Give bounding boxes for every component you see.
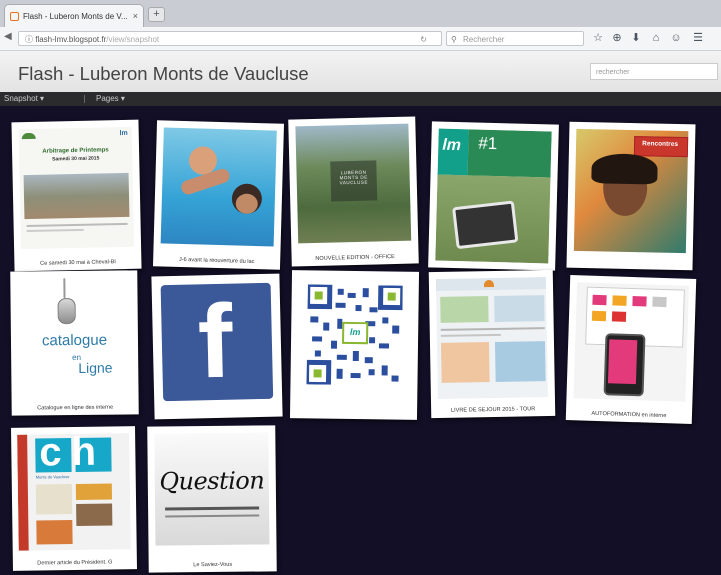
facebook-logo-icon: f: [160, 282, 274, 402]
post-thumbnail: ch Monts de Vaucluse: [17, 433, 131, 551]
post-card[interactable]: lm Arbitrage de Printemps Samedi 30 mai …: [11, 119, 142, 272]
magazine-logo: lm: [442, 136, 462, 155]
catalogue-word: catalogue: [41, 331, 108, 350]
view-selector[interactable]: Snapshot ▾: [4, 94, 44, 103]
poster-title: Arbitrage de Printemps: [42, 147, 109, 155]
post-caption: [431, 263, 552, 266]
blog-header: Flash - Luberon Monts de Vaucluse recher…: [0, 51, 721, 93]
post-thumbnail: [435, 277, 548, 399]
bookmark-star-icon[interactable]: ☆: [592, 32, 604, 44]
browser-tab[interactable]: Flash - Luberon Monts de V... ×: [4, 4, 144, 27]
post-thumbnail: LUBERON MONTS DE VAUCLUSE: [295, 123, 412, 244]
menu-divider: [84, 95, 85, 103]
magazine-subtitle: Monts de Vaucluse: [35, 474, 70, 480]
question-word: Question: [159, 466, 265, 496]
browser-nav-bar: ◀ ⓘ flash-lmv.blogspot.fr/view/snapshot …: [0, 27, 721, 51]
url-host: flash-lmv.blogspot.fr: [35, 35, 107, 44]
browser-search-input[interactable]: ⚲ Rechercher: [446, 31, 584, 46]
magazine-logo: ch: [39, 433, 107, 475]
tab-close-icon[interactable]: ×: [133, 11, 138, 21]
poster-title: Rencontres: [642, 140, 679, 148]
post-card[interactable]: Rencontres: [566, 121, 696, 271]
post-card[interactable]: ch Monts de Vaucluse Dernier article du …: [11, 426, 137, 571]
post-card[interactable]: lm: [289, 270, 420, 420]
post-card[interactable]: LUBERON MONTS DE VAUCLUSE NOUVELLE EDITI…: [288, 116, 419, 267]
account-icon[interactable]: ☺: [670, 32, 682, 44]
post-caption: NOUVELLE EDITION - OFFICE: [315, 254, 395, 262]
facebook-f: f: [196, 283, 234, 401]
blog-menu-bar: Snapshot ▾ Pages ▾: [0, 92, 721, 106]
post-card[interactable]: LIVRE DE SEJOUR 2015 - TOUR: [428, 269, 556, 419]
post-thumbnail: Rencontres: [573, 128, 689, 254]
qr-logo: lm: [349, 326, 361, 338]
reload-icon[interactable]: ↻: [420, 32, 427, 45]
post-caption: LIVRE DE SEJOUR 2015 - TOUR: [450, 406, 536, 414]
blog-title[interactable]: Flash - Luberon Monts de Vaucluse: [18, 63, 309, 85]
post-thumbnail: [160, 127, 277, 247]
menu-icon[interactable]: ☰: [692, 32, 704, 44]
catalogue-ligne: Ligne: [78, 359, 113, 376]
site-info-icon[interactable]: ⓘ: [25, 35, 33, 44]
post-thumbnail: lm Arbitrage de Printemps Samedi 30 mai …: [18, 126, 135, 250]
post-card[interactable]: Question Le Saviez-Vous: [147, 425, 277, 573]
post-caption: J-6 avant la réouverture du lac: [178, 256, 255, 266]
post-caption: Dernier article du Président. G: [37, 559, 113, 567]
post-caption: [570, 264, 690, 267]
post-card[interactable]: AUTOFORMATION en interne: [565, 275, 697, 424]
post-caption: Le Saviez-Vous: [193, 561, 233, 569]
download-icon[interactable]: ⬇: [630, 32, 642, 44]
back-button[interactable]: ◀: [4, 31, 12, 42]
blogger-favicon-icon: [10, 11, 19, 21]
post-card[interactable]: J-6 avant la réouverture du lac: [152, 120, 285, 270]
home-icon[interactable]: ⌂: [650, 32, 662, 44]
new-tab-button[interactable]: +: [148, 7, 165, 22]
post-thumbnail: [573, 282, 690, 402]
qr-code-icon: lm: [306, 284, 403, 386]
url-bar[interactable]: ⓘ flash-lmv.blogspot.fr/view/snapshot ↻: [18, 31, 442, 46]
post-caption: Ce samedi 30 mai à Cheval-Bl: [40, 259, 116, 267]
browser-tab-strip: Flash - Luberon Monts de V... × +: [0, 0, 721, 27]
post-card[interactable]: f: [151, 273, 283, 420]
post-card[interactable]: catalogue en Ligne Catalogue en ligne de…: [10, 270, 139, 416]
tab-title: Flash - Luberon Monts de V...: [23, 11, 128, 21]
cover-title: LUBERON MONTS DE VAUCLUSE: [339, 169, 369, 186]
post-caption: [158, 413, 280, 416]
post-thumbnail: lm #1: [435, 128, 552, 264]
blog-search-input[interactable]: rechercher: [590, 63, 718, 80]
post-thumbnail: Question: [154, 432, 270, 546]
reading-list-icon[interactable]: ⊕: [611, 32, 623, 44]
poster-date: Samedi 30 mai 2015: [52, 155, 100, 163]
post-card[interactable]: lm #1: [428, 121, 559, 271]
post-caption: AUTOFORMATION en interne: [591, 410, 667, 420]
issue-number: #1: [478, 133, 498, 154]
browser-search-placeholder: Rechercher: [463, 35, 505, 44]
post-caption: [293, 414, 414, 416]
post-thumbnail: catalogue en Ligne: [17, 277, 132, 397]
url-path: /view/snapshot: [106, 35, 160, 44]
post-caption: Catalogue en ligne des interne: [37, 404, 114, 412]
pages-menu[interactable]: Pages ▾: [96, 94, 125, 103]
search-icon: ⚲: [451, 35, 457, 44]
snapshot-gallery: lm Arbitrage de Printemps Samedi 30 mai …: [0, 106, 721, 575]
